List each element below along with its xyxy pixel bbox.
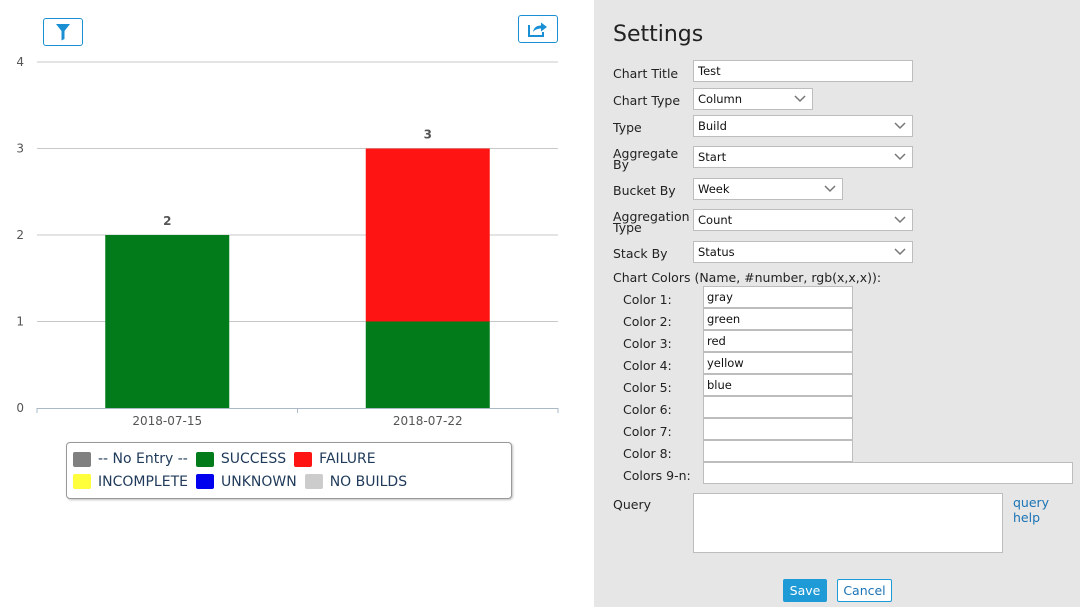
- color-4-label: Color 4:: [623, 358, 672, 373]
- export-button[interactable]: [518, 15, 558, 43]
- bucket-by-select[interactable]: Week: [693, 178, 843, 200]
- legend-item[interactable]: FAILURE: [294, 448, 376, 470]
- legend-label: NO BUILDS: [329, 473, 408, 490]
- filter-button[interactable]: [43, 18, 83, 46]
- color-7-input[interactable]: [703, 418, 853, 440]
- chart-type-label: Chart Type: [613, 93, 681, 108]
- settings-panel: Settings Chart Title Test Chart Type Col…: [594, 0, 1080, 607]
- legend-item[interactable]: NO BUILDS: [304, 471, 408, 493]
- chevron-down-icon: [894, 153, 906, 161]
- color-5-label: Color 5:: [623, 380, 672, 395]
- legend-swatch: [195, 451, 214, 467]
- legend-item[interactable]: -- No Entry --: [73, 448, 188, 470]
- color-8-input[interactable]: [703, 440, 853, 462]
- y-tick-label: 1: [16, 315, 24, 329]
- legend-swatch: [73, 451, 91, 467]
- legend-swatch: [73, 474, 91, 489]
- aggregation-type-label-line2: Type: [613, 220, 642, 235]
- y-tick-label: 2: [16, 228, 24, 242]
- color-8-label: Color 8:: [623, 446, 672, 461]
- chart-title-label: Chart Title: [613, 66, 679, 81]
- stack-by-value: Status: [698, 245, 735, 259]
- y-tick-label: 4: [16, 55, 24, 69]
- settings-title: Settings: [613, 22, 704, 47]
- aggregate-by-select[interactable]: Start: [693, 146, 913, 168]
- chart-panel: 0 1 2 3 4 2 2018-07-15 3 2018-07-22 -- No Entry …: [0, 0, 594, 607]
- legend-label: INCOMPLETE: [98, 473, 188, 490]
- query-help-link[interactable]: query help: [1013, 495, 1080, 525]
- data-label: 2: [163, 214, 171, 228]
- cancel-button[interactable]: Cancel: [837, 579, 892, 602]
- color-7-label: Color 7:: [623, 424, 672, 439]
- x-tick-label: 2018-07-22: [393, 414, 463, 428]
- color-1-label: Color 1:: [623, 292, 672, 307]
- chart-type-value: Column: [698, 92, 743, 106]
- query-textarea[interactable]: [693, 493, 1003, 553]
- filter-icon: [56, 24, 70, 41]
- bar-segment: [365, 321, 490, 408]
- color-3-input[interactable]: red: [703, 330, 853, 352]
- color-6-label: Color 6:: [623, 402, 672, 417]
- save-button[interactable]: Save: [783, 579, 827, 602]
- legend-item[interactable]: UNKNOWN: [195, 471, 297, 493]
- aggregate-by-value: Start: [698, 150, 727, 164]
- app-root: 0 1 2 3 4 2 2018-07-15 3 2018-07-22 -- No Entry …: [0, 0, 1080, 607]
- legend-label: FAILURE: [319, 451, 376, 467]
- legend-swatch: [304, 474, 323, 489]
- x-tick-label: 2018-07-15: [132, 414, 202, 428]
- chevron-down-icon: [894, 122, 906, 130]
- chevron-down-icon: [794, 95, 806, 103]
- chevron-down-icon: [894, 248, 906, 256]
- chart-title-input[interactable]: Test: [693, 60, 913, 82]
- stack-by-select[interactable]: Status: [693, 241, 913, 263]
- color-2-label: Color 2:: [623, 314, 672, 329]
- chart-colors-heading: Chart Colors (Name, #number, rgb(x,x,x))…: [613, 270, 882, 285]
- stack-by-label: Stack By: [613, 246, 668, 261]
- aggregate-by-label-line2: By: [613, 157, 629, 172]
- colors-rest-label: Colors 9-n:: [623, 468, 691, 483]
- color-4-input[interactable]: yellow: [703, 352, 853, 374]
- colors-rest-input[interactable]: [703, 462, 1073, 484]
- chevron-down-icon: [824, 185, 836, 193]
- legend-label: -- No Entry --: [98, 451, 188, 467]
- query-label: Query: [613, 497, 651, 512]
- aggregation-type-value: Count: [698, 213, 733, 227]
- aggregation-type-select[interactable]: Count: [693, 209, 913, 231]
- data-label: 3: [424, 128, 432, 142]
- color-3-label: Color 3:: [623, 336, 672, 351]
- type-select[interactable]: Build: [693, 115, 913, 137]
- legend-label: SUCCESS: [220, 451, 287, 467]
- chart-legend: -- No Entry -- SUCCESS FAILURE INCOMPLETE UN…: [66, 442, 512, 499]
- legend-swatch: [195, 474, 214, 489]
- legend-item[interactable]: INCOMPLETE: [73, 471, 188, 493]
- legend-item[interactable]: SUCCESS: [195, 448, 287, 470]
- type-value: Build: [698, 119, 727, 133]
- bucket-by-label: Bucket By: [613, 183, 676, 198]
- chart-type-select[interactable]: Column: [693, 88, 813, 110]
- bucket-by-value: Week: [698, 182, 730, 196]
- chart-svg: 0 1 2 3 4 2 2018-07-15 3 2018-07-22: [16, 55, 559, 428]
- chevron-down-icon: [894, 216, 906, 224]
- color-6-input[interactable]: [703, 396, 853, 418]
- legend-swatch: [294, 451, 313, 467]
- color-5-input[interactable]: blue: [703, 374, 853, 396]
- type-label: Type: [613, 120, 642, 135]
- color-2-input[interactable]: green: [703, 308, 853, 330]
- legend-label: UNKNOWN: [220, 473, 297, 490]
- bar-segment: [365, 148, 490, 322]
- y-tick-label: 3: [16, 142, 24, 156]
- y-tick-label: 0: [16, 401, 24, 415]
- bar-segment: [105, 235, 230, 408]
- share-export-icon: [528, 22, 547, 37]
- color-1-input[interactable]: gray: [703, 286, 853, 308]
